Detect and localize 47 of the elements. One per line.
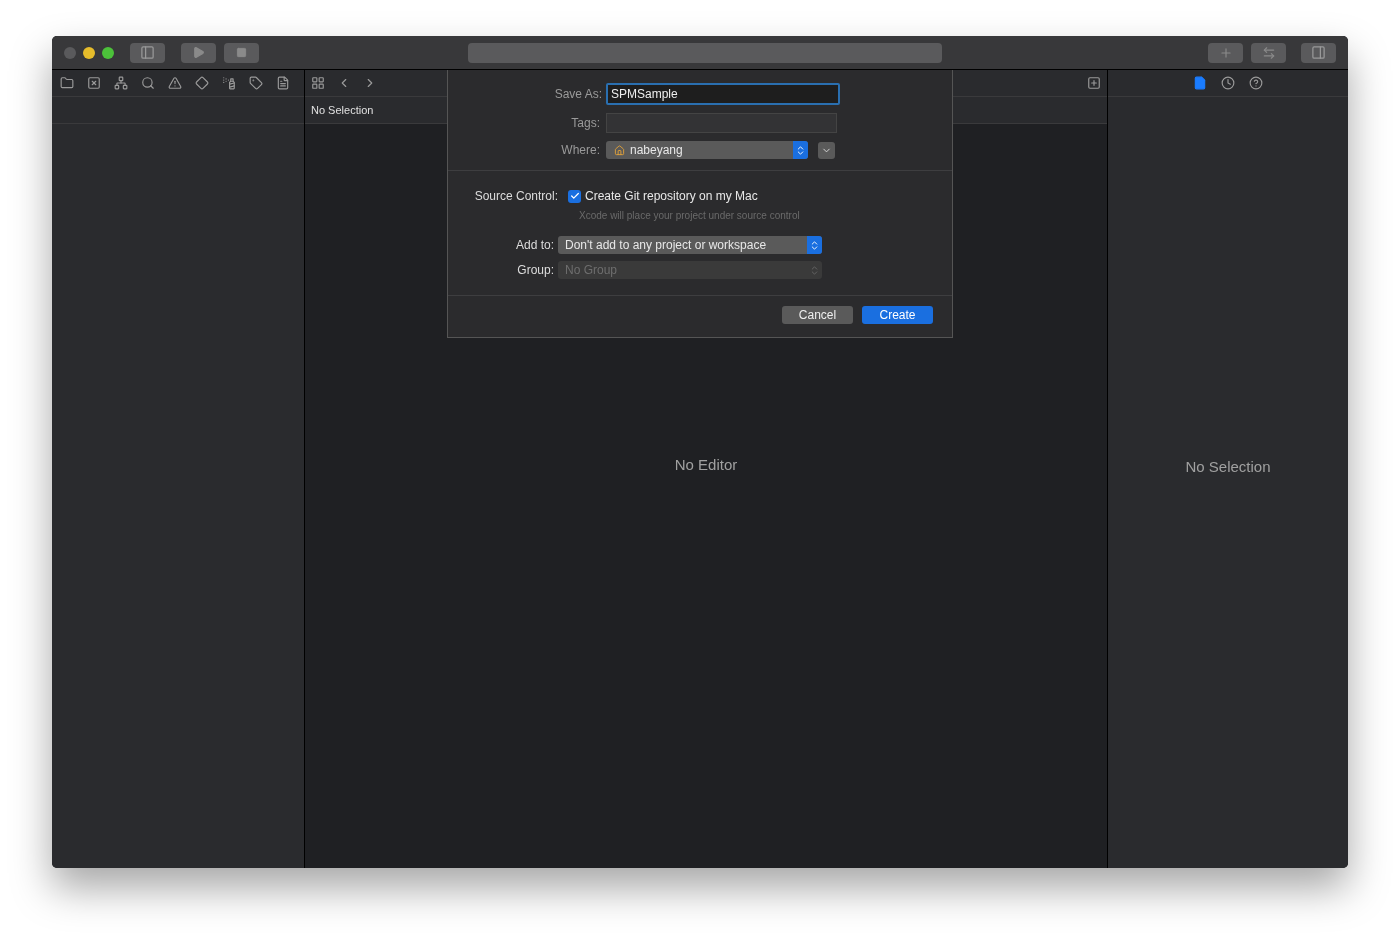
- tags-label: Tags:: [570, 115, 601, 132]
- navigator-toggle-button[interactable]: [130, 42, 165, 63]
- play-icon: [192, 46, 205, 59]
- add-editor-icon[interactable]: [1087, 76, 1101, 90]
- add-to-popup[interactable]: Don't add to any project or workspace: [558, 236, 822, 254]
- stepper-icon: [807, 236, 822, 254]
- stepper-icon: [793, 141, 808, 159]
- swap-button[interactable]: [1251, 42, 1286, 63]
- add-to-label: Add to:: [514, 237, 555, 254]
- run-button[interactable]: [181, 42, 216, 63]
- file-icon[interactable]: [1193, 76, 1207, 90]
- help-icon[interactable]: [1249, 76, 1263, 90]
- git-checkbox-label: Create Git repository on my Mac: [585, 188, 758, 205]
- source-control-label: Source Control:: [473, 188, 558, 205]
- group-label: Group:: [516, 262, 555, 279]
- hierarchy-icon[interactable]: [114, 76, 128, 90]
- expand-button[interactable]: [818, 141, 835, 159]
- stop-button[interactable]: [224, 42, 259, 63]
- home-folder-icon: [614, 144, 625, 156]
- add-button[interactable]: [1208, 42, 1243, 63]
- tags-field[interactable]: [606, 113, 837, 133]
- sidebar-icon: [140, 45, 155, 60]
- folder-icon[interactable]: [60, 76, 74, 90]
- spray-can-icon[interactable]: [222, 76, 236, 90]
- no-editor-text: No Editor: [674, 454, 738, 475]
- plus-icon: [1218, 45, 1233, 60]
- sidebar-icon: [1311, 45, 1326, 60]
- save-as-label: Save As:: [553, 86, 603, 103]
- jump-bar-text: No Selection: [311, 102, 374, 118]
- tag-icon[interactable]: [249, 76, 263, 90]
- where-popup[interactable]: nabeyang: [606, 141, 808, 159]
- diamond-icon[interactable]: [195, 76, 209, 90]
- grid-icon[interactable]: [311, 76, 325, 90]
- save-as-field[interactable]: SPMSample: [606, 83, 840, 105]
- where-label: Where:: [560, 142, 601, 159]
- no-selection-text: No Selection: [1185, 457, 1271, 478]
- git-checkbox[interactable]: [568, 189, 581, 203]
- create-button[interactable]: Create: [862, 306, 933, 324]
- x-square-icon[interactable]: [87, 76, 101, 90]
- cancel-button[interactable]: Cancel: [782, 306, 853, 324]
- search-icon[interactable]: [141, 76, 155, 90]
- stop-icon: [236, 47, 247, 58]
- swap-arrows-icon: [1261, 45, 1276, 60]
- inspector-toggle-button[interactable]: [1301, 42, 1336, 63]
- document-icon[interactable]: [276, 76, 290, 90]
- warning-icon[interactable]: [168, 76, 182, 90]
- clock-icon[interactable]: [1221, 76, 1235, 90]
